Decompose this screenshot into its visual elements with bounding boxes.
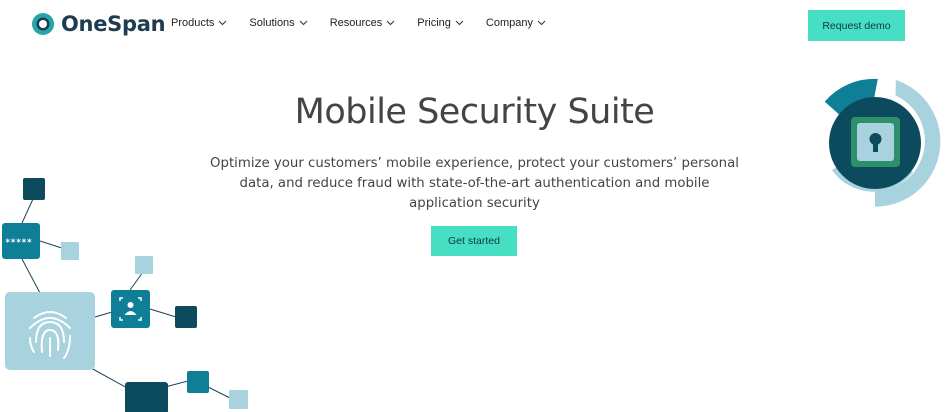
password-mask-text: ***** (5, 238, 32, 248)
chevron-down-icon (455, 20, 464, 26)
nav-item-label: Pricing (417, 17, 451, 29)
nav-item-label: Company (485, 17, 533, 29)
onespan-logo-icon (32, 13, 54, 35)
node-square-light (135, 256, 153, 274)
user-head-shape (127, 302, 134, 308)
nav-item-label: Solutions (249, 17, 295, 29)
nav-item-label: Resources (329, 17, 383, 29)
node-square-teal (187, 371, 209, 393)
nav-item-company[interactable]: Company (486, 17, 546, 29)
main-nav: Products Solutions Resources Pricing Com… (171, 17, 568, 29)
security-network-illustration: ***** (2, 178, 248, 412)
page-title: Mobile Security Suite (294, 92, 655, 132)
node-square-dark (125, 382, 168, 412)
site-header: OneSpan Products Solutions Resources Pri… (0, 0, 949, 52)
chevron-down-icon (219, 20, 227, 26)
onespan-logo[interactable]: OneSpan (31, 12, 166, 36)
nav-item-pricing[interactable]: Pricing (417, 17, 464, 29)
nav-item-solutions[interactable]: Solutions (249, 17, 308, 29)
lock-ring-illustration (824, 78, 941, 207)
nav-item-resources[interactable]: Resources (330, 17, 396, 29)
chevron-down-icon (386, 20, 395, 26)
get-started-button[interactable]: Get started (431, 226, 517, 256)
node-square-light (61, 242, 79, 260)
nav-item-label: Products (171, 17, 215, 29)
face-id-icon (111, 290, 150, 328)
hero-description: Optimize your customers’ mobile experien… (210, 156, 739, 211)
keyhole-slot (873, 142, 878, 152)
node-square-light (229, 390, 248, 409)
nav-item-products[interactable]: Products (171, 17, 227, 29)
brand-name: OneSpan (61, 12, 166, 36)
node-square-dark (23, 178, 45, 200)
node-square-dark (175, 306, 197, 328)
chevron-down-icon (299, 20, 308, 26)
request-demo-button[interactable]: Request demo (808, 10, 905, 41)
chevron-down-icon (537, 20, 546, 26)
